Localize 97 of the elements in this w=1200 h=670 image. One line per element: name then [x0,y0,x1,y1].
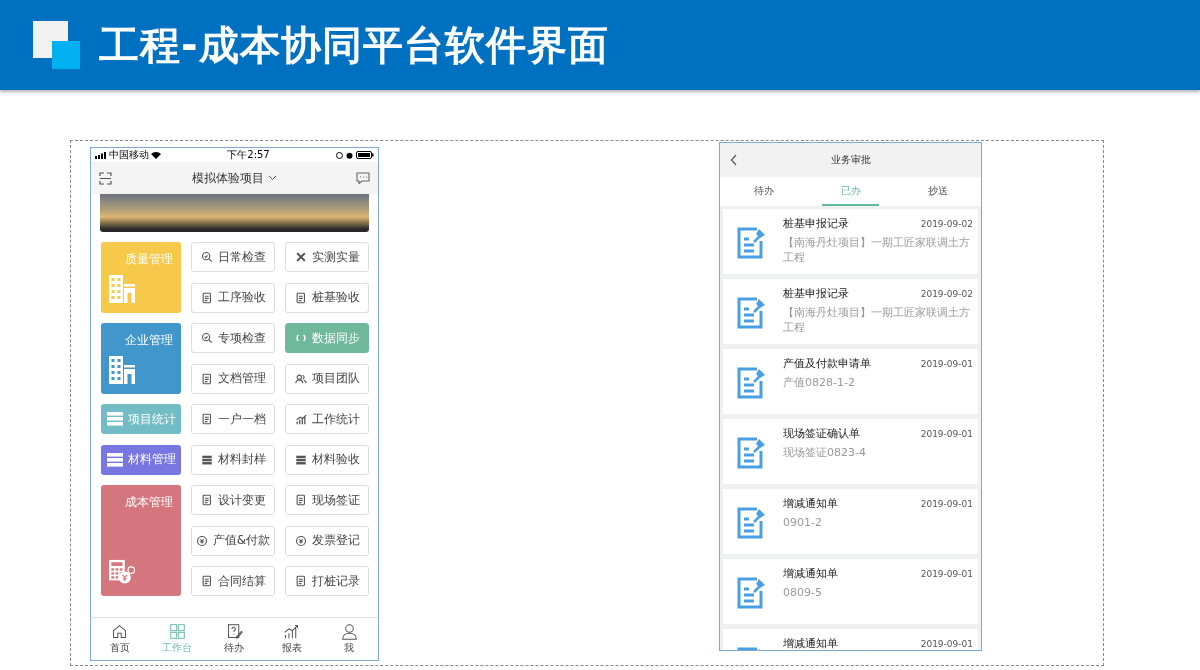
record-card[interactable]: 增减通知单 2019-09-01 0901-2 [723,489,978,554]
document-icon [294,291,307,304]
refresh-icon [294,332,307,344]
logo-icon [33,21,81,69]
battery-icon [356,151,374,159]
function-button[interactable]: 产值&付款 [191,525,275,556]
clock-text: 下午2:57 [227,148,270,162]
coin-icon [195,534,208,547]
tile-label: 项目统计 [127,410,176,428]
tile-label: 质量管理 [125,252,173,266]
record-title: 桩基申报记录 [783,216,849,231]
cross-icon [294,251,307,263]
record-title: 增减通知单 [783,636,838,650]
bar-chart-icon [294,413,307,425]
record-description: 产值0828-1-2 [783,375,856,391]
building-icon [109,355,135,384]
list-icon [106,412,123,426]
tab-bar-item[interactable]: 我 [324,623,375,655]
tab-bar-item[interactable]: 报表 [266,623,317,655]
page-title: 业务审批 [830,153,871,167]
bar-chart-icon [283,623,301,640]
function-button[interactable]: 合同结算 [191,566,275,596]
document-icon [294,575,307,587]
record-card[interactable]: 桩基申报记录 2019-09-02 【南海丹灶项目】一期工匠家联调土方工程 [723,279,978,344]
list-icon [294,453,307,466]
search-icon [200,332,213,344]
people-icon [294,372,307,385]
function-button[interactable]: 日常检查 [191,242,275,272]
record-description: 【南海丹灶项目】一期工匠家联调土方工程 [783,305,971,336]
person-icon [340,623,358,640]
chat-icon[interactable] [356,172,370,184]
building-icon [109,274,135,303]
home-icon [111,623,129,640]
document-icon [200,291,213,304]
function-button[interactable]: 工序验收 [191,282,275,313]
tile-label: 企业管理 [125,333,173,347]
record-title: 桩基申报记录 [783,286,849,301]
record-title: 增减通知单 [783,566,838,581]
calculator-icon [109,558,135,586]
tile-label: 材料管理 [127,451,176,468]
function-button[interactable]: 材料封样 [191,444,275,475]
caret-icon[interactable] [267,175,277,181]
category-tile[interactable]: 材料管理 [101,444,181,475]
function-button[interactable]: 实测实量 [285,242,369,272]
function-button[interactable]: 工作统计 [285,404,369,434]
document-icon [200,413,213,425]
record-title: 现场签证确认单 [783,426,860,441]
function-button[interactable]: 打桩记录 [285,566,369,596]
search-icon [200,251,213,263]
list-icon [106,452,123,467]
record-title: 增减通知单 [783,496,838,511]
record-date: 2019-09-01 [920,639,973,649]
function-button[interactable]: 文档管理 [191,363,275,394]
tab[interactable]: 抄送 [909,177,966,206]
record-description: 0901-2 [783,515,823,531]
record-title: 产值及付款申请单 [783,356,871,371]
record-description: 现场签证0823-4 [783,445,867,461]
tile-label: 成本管理 [125,495,173,509]
record-card[interactable]: 增减通知单 2019-09-01 [723,629,978,650]
record-date: 2019-09-01 [920,569,973,579]
record-card[interactable]: 增减通知单 2019-09-01 0809-5 [723,559,978,624]
function-button[interactable]: 现场签证 [285,485,369,515]
record-description: 【南海丹灶项目】一期工匠家联调土方工程 [783,235,971,266]
tab-bar-item[interactable]: 待办 [209,623,260,655]
function-button[interactable]: 桩基验收 [285,282,369,313]
function-button[interactable]: 发票登记 [285,525,369,556]
record-card[interactable]: 现场签证确认单 2019-09-01 现场签证0823-4 [723,419,978,484]
wifi-icon [151,151,161,159]
document-icon [294,494,307,506]
coin-icon [294,534,307,547]
tab-bar-item[interactable]: 首页 [94,623,145,655]
project-title[interactable]: 模拟体验项目 [191,169,264,187]
function-button[interactable]: 材料验收 [285,444,369,475]
record-description: 0809-5 [783,585,823,601]
record-date: 2019-09-01 [920,499,973,509]
function-button[interactable]: 专项检查 [191,323,275,353]
list-icon [200,453,213,466]
record-date: 2019-09-01 [920,429,973,439]
document-icon [200,372,213,385]
document-icon [200,575,213,587]
record-date: 2019-09-02 [920,219,973,229]
function-button[interactable]: 设计变更 [191,485,275,515]
grid-icon [168,623,186,640]
signal-icon [95,151,107,159]
record-card[interactable]: 产值及付款申请单 2019-09-01 产值0828-1-2 [723,349,978,414]
function-button[interactable]: 项目团队 [285,363,369,394]
tab[interactable]: 待办 [735,177,792,206]
record-date: 2019-09-02 [920,289,973,299]
record-date: 2019-09-01 [920,359,973,369]
record-card[interactable]: 桩基申报记录 2019-09-02 【南海丹灶项目】一期工匠家联调土方工程 [723,209,978,274]
slide-title: 工程-成本协同平台软件界面 [99,20,609,70]
edit-document-icon [225,623,243,640]
carrier-text: 中国移动 [109,148,149,162]
scan-icon[interactable] [99,171,112,185]
function-button[interactable]: 一户一档 [191,404,275,434]
document-icon [200,494,213,506]
back-icon[interactable] [730,154,738,166]
